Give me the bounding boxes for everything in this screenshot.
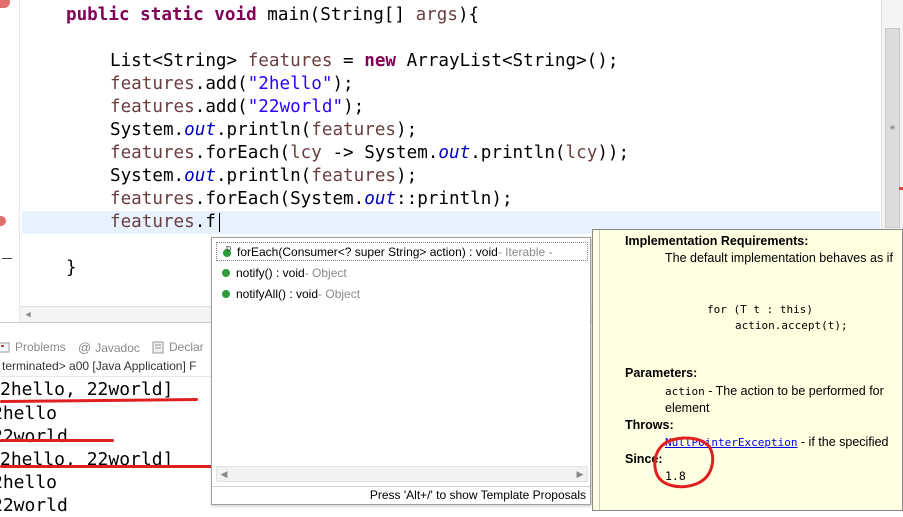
code-line-add-1[interactable]: features.add("2hello"); xyxy=(110,73,354,96)
doc-code-line: action.accept(t); xyxy=(735,319,848,332)
public-method-icon xyxy=(222,268,230,277)
console-output-line: 22world xyxy=(0,426,68,447)
code-line-println-1[interactable]: System.out.println(features); xyxy=(110,119,417,142)
editor-gutter xyxy=(0,0,20,322)
fold-marker[interactable] xyxy=(2,258,12,259)
red-underline-annotation xyxy=(0,439,114,442)
code-line-add-2[interactable]: features.add("22world"); xyxy=(110,96,364,119)
params-heading: Parameters: xyxy=(625,366,698,380)
completion-item-foreach[interactable]: D forEach(Consumer<? super String> actio… xyxy=(216,242,588,261)
code-line-foreach-lambda[interactable]: features.forEach(lcy -> System.out.print… xyxy=(110,142,629,165)
overview-error-marker[interactable] xyxy=(899,187,903,190)
scroll-right-icon[interactable]: ▶ xyxy=(573,467,587,481)
code-line-close-brace[interactable]: } xyxy=(66,257,77,280)
doc-code-line: for (T t : this) xyxy=(707,303,813,316)
completion-item-notify[interactable]: notify() : void - Object xyxy=(216,263,588,282)
code-line-list-decl[interactable]: List<String> features = new ArrayList<St… xyxy=(110,50,618,73)
breakpoint-marker[interactable] xyxy=(0,0,10,8)
console-output-line: 2hello xyxy=(0,403,58,424)
param-description: action - The action to be performed for xyxy=(665,384,884,398)
console-output-line: 22world xyxy=(0,495,68,516)
public-method-icon xyxy=(222,289,230,298)
impl-req-text: The default implementation behaves as if xyxy=(665,251,893,265)
code-line-println-2[interactable]: System.out.println(features); xyxy=(110,165,417,188)
declaration-icon xyxy=(152,341,164,353)
red-circle-annotation xyxy=(653,436,715,489)
red-underline-annotation xyxy=(0,397,199,404)
grip-icon: ≡ xyxy=(890,123,895,132)
problems-icon xyxy=(0,342,10,352)
tab-javadoc[interactable]: @ Javadoc xyxy=(78,340,140,355)
javadoc-icon: @ xyxy=(78,340,92,355)
red-underline-annotation xyxy=(0,465,218,468)
scroll-left-icon[interactable]: ◀ xyxy=(217,467,231,481)
text-caret xyxy=(219,213,220,232)
completion-item-notifyall[interactable]: notifyAll() : void - Object xyxy=(216,284,588,303)
completion-footer: Press 'Alt+/' to show Template Proposals xyxy=(212,486,590,504)
breakpoint-marker[interactable] xyxy=(0,216,6,226)
completion-horizontal-scrollbar[interactable]: ◀ ▶ xyxy=(216,466,588,482)
code-line-current[interactable]: features.f xyxy=(110,211,216,234)
tab-declaration[interactable]: Declar xyxy=(152,340,204,354)
throws-heading: Throws: xyxy=(625,418,674,432)
javadoc-content: Implementation Requirements: The default… xyxy=(599,230,902,510)
default-method-icon: D xyxy=(223,246,231,257)
tab-problems[interactable]: Problems xyxy=(0,340,66,354)
scroll-left-icon[interactable]: ◀ xyxy=(20,307,36,322)
param-description-cont: element xyxy=(665,401,710,415)
javadoc-hover-popup[interactable]: Implementation Requirements: The default… xyxy=(592,229,903,511)
code-line-main[interactable]: public static void main(String[] args){ xyxy=(66,4,479,27)
content-assist-popup[interactable]: D forEach(Consumer<? super String> actio… xyxy=(211,237,591,505)
scrollbar-thumb[interactable]: ≡ xyxy=(885,28,900,228)
code-line-foreach-methodref[interactable]: features.forEach(System.out::println); xyxy=(110,188,513,211)
console-output-line: 2hello xyxy=(0,472,58,493)
impl-req-heading: Implementation Requirements: xyxy=(625,234,809,248)
svg-text:D: D xyxy=(226,246,231,253)
